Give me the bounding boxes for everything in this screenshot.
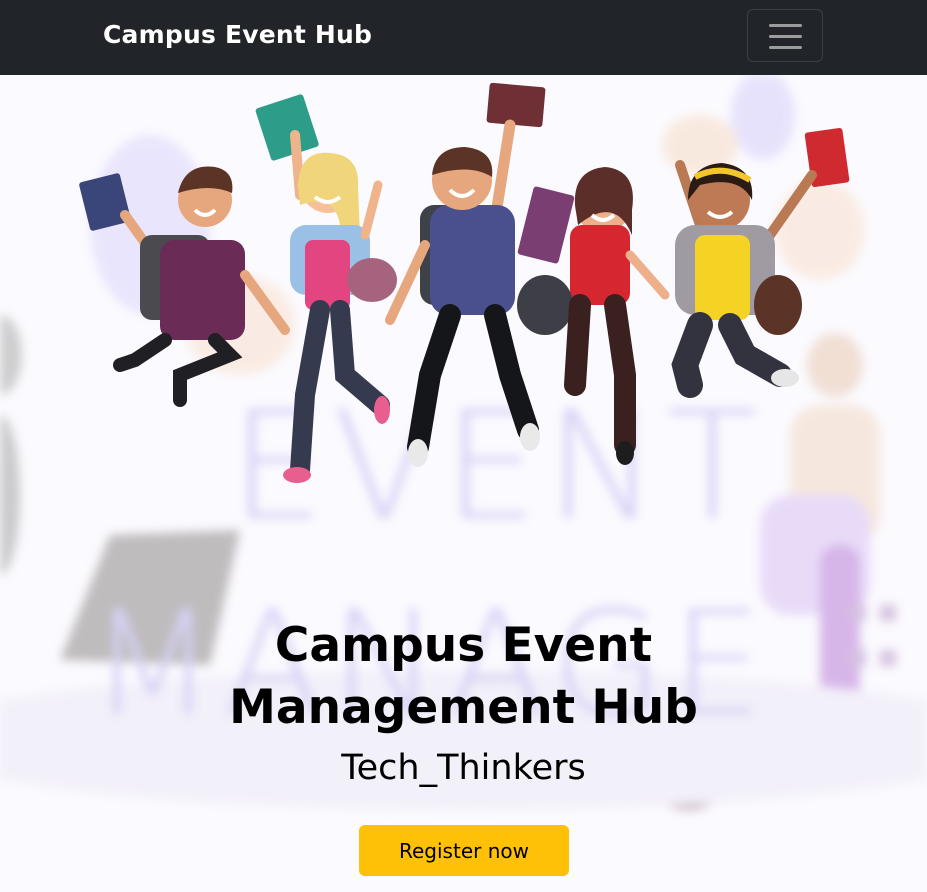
student-1 [79, 166, 290, 407]
student-5 [671, 128, 850, 398]
brand-link[interactable]: Campus Event Hub [103, 20, 372, 49]
hero-title-line-2: Management Hub [229, 680, 698, 735]
hero-title: Campus Event Management Hub [0, 615, 927, 739]
navbar-toggler-button[interactable] [747, 9, 823, 62]
hero-section: EVENT MANAGE Campus Event Management Hub… [0, 75, 927, 892]
student-2 [255, 94, 397, 483]
hero-subtitle: Tech_Thinkers [341, 748, 586, 788]
top-navbar: Campus Event Hub [0, 0, 927, 75]
student-4 [517, 167, 670, 465]
hero-title-line-1: Campus Event [274, 618, 653, 673]
register-now-button[interactable]: Register now [359, 825, 569, 876]
student-3 [385, 82, 546, 467]
